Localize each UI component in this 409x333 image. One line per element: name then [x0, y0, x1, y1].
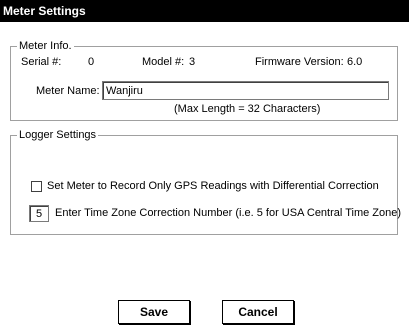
- gps-differential-checkbox[interactable]: [31, 181, 42, 192]
- max-length-note: (Max Length = 32 Characters): [174, 103, 321, 115]
- serial-value: 0: [88, 56, 95, 68]
- meter-name-label: Meter Name:: [36, 85, 100, 97]
- meter-settings-dialog: Meter Settings Meter Info. Serial #: 0 M…: [0, 0, 409, 333]
- window-title: Meter Settings: [0, 0, 409, 22]
- meter-info-legend: Meter Info.: [17, 40, 74, 53]
- cancel-button[interactable]: Cancel: [222, 300, 294, 324]
- serial-label: Serial #:: [21, 56, 62, 68]
- firmware-value: 6.0: [347, 56, 363, 68]
- logger-settings-legend: Logger Settings: [17, 129, 99, 142]
- model-value: 3: [189, 56, 196, 68]
- save-button[interactable]: Save: [118, 300, 190, 324]
- gps-differential-label: Set Meter to Record Only GPS Readings wi…: [47, 180, 379, 192]
- meter-name-input[interactable]: [102, 81, 389, 100]
- timezone-input[interactable]: [29, 205, 49, 222]
- model-label: Model #:: [142, 56, 185, 68]
- timezone-label: Enter Time Zone Correction Number (i.e. …: [55, 207, 402, 219]
- firmware-label: Firmware Version:: [255, 56, 344, 68]
